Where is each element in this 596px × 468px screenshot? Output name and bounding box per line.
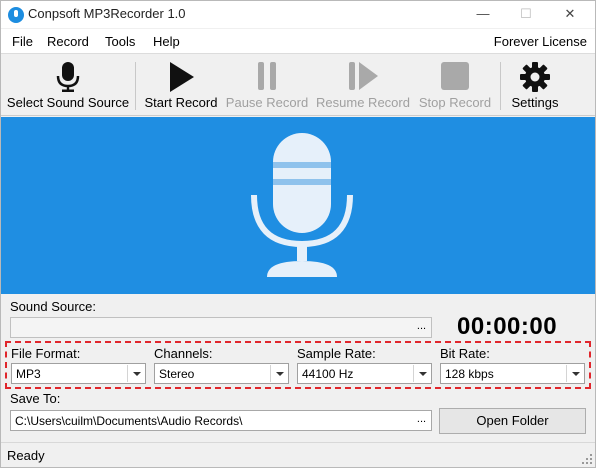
microphone-banner bbox=[1, 117, 595, 294]
maximize-button[interactable]: ☐ bbox=[511, 4, 541, 24]
menu-record[interactable]: Record bbox=[47, 34, 89, 49]
close-button[interactable]: ✕ bbox=[555, 4, 585, 24]
chevron-down-icon[interactable] bbox=[127, 365, 144, 382]
sound-source-browse-button[interactable]: ... bbox=[413, 319, 430, 336]
menu-tools[interactable]: Tools bbox=[105, 34, 135, 49]
resume-record-button[interactable]: Resume Record bbox=[315, 56, 411, 116]
file-format-label: File Format: bbox=[11, 346, 81, 361]
channels-select[interactable]: Stereo bbox=[154, 363, 289, 384]
chevron-down-icon[interactable] bbox=[270, 365, 287, 382]
toolbar: Select Sound Source Start Record Pause R… bbox=[1, 56, 595, 116]
pause-record-button[interactable]: Pause Record bbox=[225, 56, 309, 116]
pause-record-label: Pause Record bbox=[225, 95, 309, 110]
status-bar: Ready bbox=[1, 442, 595, 467]
bit-rate-select[interactable]: 128 kbps bbox=[440, 363, 585, 384]
select-sound-source-label: Select Sound Source bbox=[6, 95, 130, 110]
file-format-select[interactable]: MP3 bbox=[11, 363, 146, 384]
gear-icon bbox=[520, 62, 550, 95]
app-window: Conpsoft MP3Recorder 1.0 — ☐ ✕ File Reco… bbox=[0, 0, 596, 468]
menu-forever-license[interactable]: Forever License bbox=[494, 34, 587, 49]
chevron-down-icon[interactable] bbox=[566, 365, 583, 382]
play-icon bbox=[168, 62, 194, 95]
minimize-button[interactable]: — bbox=[468, 4, 498, 24]
stop-record-label: Stop Record bbox=[418, 95, 492, 110]
sample-rate-value: 44100 Hz bbox=[302, 367, 354, 381]
file-format-value: MP3 bbox=[16, 367, 41, 381]
window-title: Conpsoft MP3Recorder 1.0 bbox=[28, 6, 186, 21]
save-to-label: Save To: bbox=[10, 391, 61, 406]
title-bar: Conpsoft MP3Recorder 1.0 — ☐ ✕ bbox=[1, 1, 595, 28]
channels-value: Stereo bbox=[159, 367, 195, 381]
menu-bar: File Record Tools Help Forever License bbox=[1, 29, 595, 54]
microphone-icon bbox=[56, 62, 80, 95]
select-sound-source-button[interactable]: Select Sound Source bbox=[5, 56, 131, 116]
status-text: Ready bbox=[7, 448, 45, 463]
recording-timer: 00:00:00 bbox=[457, 313, 558, 340]
menu-help[interactable]: Help bbox=[153, 34, 180, 49]
toolbar-separator bbox=[500, 62, 501, 110]
toolbar-separator bbox=[135, 62, 136, 110]
resize-grip-icon[interactable] bbox=[582, 454, 592, 464]
start-record-button[interactable]: Start Record bbox=[141, 56, 221, 116]
sample-rate-select[interactable]: 44100 Hz bbox=[297, 363, 432, 384]
settings-label: Settings bbox=[511, 95, 559, 110]
resume-record-label: Resume Record bbox=[316, 95, 410, 110]
chevron-down-icon[interactable] bbox=[413, 365, 430, 382]
app-icon bbox=[8, 7, 24, 23]
save-path-value: C:\Users\cuilm\Documents\Audio Records\ bbox=[15, 414, 243, 428]
bit-rate-value: 128 kbps bbox=[445, 367, 494, 381]
open-folder-button[interactable]: Open Folder bbox=[439, 408, 586, 434]
start-record-label: Start Record bbox=[144, 95, 218, 110]
sound-source-label: Sound Source: bbox=[10, 299, 97, 314]
big-microphone-icon bbox=[251, 133, 353, 277]
resume-icon bbox=[348, 62, 378, 93]
channels-label: Channels: bbox=[154, 346, 213, 361]
stop-record-button[interactable]: Stop Record bbox=[415, 56, 495, 116]
stop-icon bbox=[441, 62, 469, 93]
settings-button[interactable]: Settings bbox=[505, 56, 565, 116]
save-path-field[interactable]: C:\Users\cuilm\Documents\Audio Records\ … bbox=[10, 410, 432, 431]
sound-source-field[interactable]: ... bbox=[10, 317, 432, 338]
save-path-browse-button[interactable]: ... bbox=[413, 412, 430, 429]
sample-rate-label: Sample Rate: bbox=[297, 346, 376, 361]
menu-file[interactable]: File bbox=[12, 34, 33, 49]
pause-icon bbox=[256, 62, 278, 93]
bit-rate-label: Bit Rate: bbox=[440, 346, 490, 361]
